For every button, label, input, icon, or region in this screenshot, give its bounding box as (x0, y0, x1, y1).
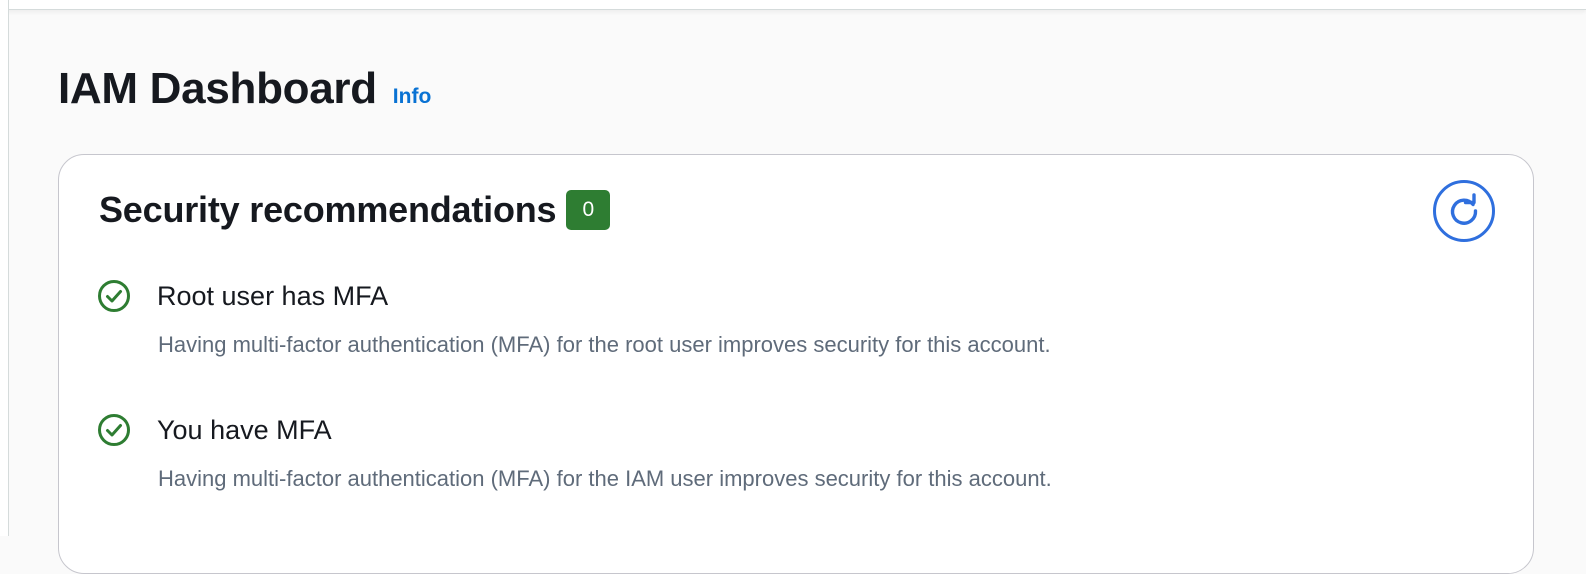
page-header: IAM Dashboard Info (58, 64, 431, 114)
recommendation-description: Having multi-factor authentication (MFA)… (158, 466, 1052, 491)
top-navigation-bar (0, 0, 1586, 10)
security-recommendations-card: Security recommendations 0 Root user has… (58, 154, 1534, 574)
info-link[interactable]: Info (393, 85, 431, 109)
refresh-icon (1450, 193, 1478, 225)
card-title: Security recommendations (99, 189, 557, 230)
recommendation-count-badge: 0 (566, 190, 611, 230)
recommendation-title-row: Root user has MFA (97, 279, 1051, 313)
check-circle-icon (98, 414, 130, 446)
recommendation-title-row: You have MFA (97, 413, 1052, 447)
recommendation-item: Root user has MFA Having multi-factor au… (97, 279, 1051, 358)
page-title: IAM Dashboard (58, 64, 377, 113)
card-header: Security recommendations 0 (99, 189, 611, 231)
refresh-button[interactable] (1433, 180, 1495, 242)
recommendation-item: You have MFA Having multi-factor authent… (97, 413, 1052, 492)
recommendation-title: Root user has MFA (157, 280, 389, 311)
recommendation-description: Having multi-factor authentication (MFA)… (158, 332, 1051, 357)
check-circle-icon (98, 280, 130, 312)
side-navigation-rail (0, 0, 9, 536)
recommendation-title: You have MFA (157, 414, 332, 445)
